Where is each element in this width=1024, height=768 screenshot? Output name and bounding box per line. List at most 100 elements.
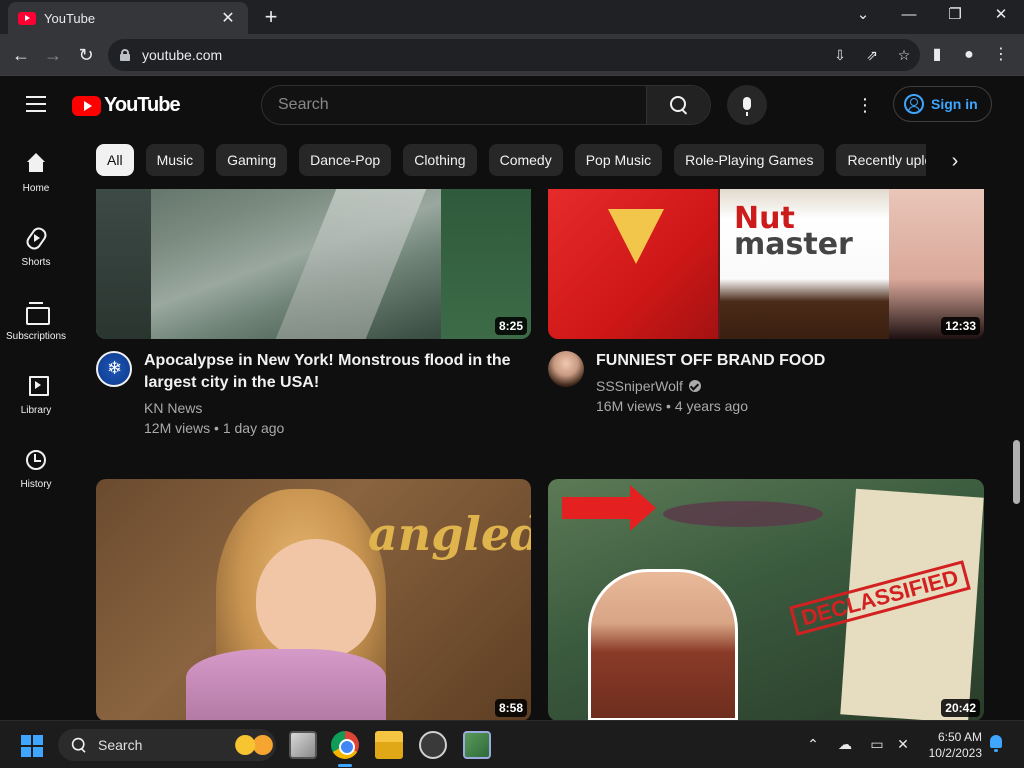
view-count: 16M views (596, 398, 663, 414)
settings-more-icon[interactable]: ⋮ (855, 93, 875, 117)
onedrive-cloud-icon[interactable]: ☁ (834, 733, 856, 755)
volume-muted-icon[interactable]: ✕ (892, 733, 914, 755)
video-thumbnail[interactable]: angled 8:58 (96, 479, 531, 721)
close-window-button[interactable]: ✕ (978, 0, 1024, 30)
menu-icon[interactable] (26, 96, 46, 112)
chip-comedy[interactable]: Comedy (488, 144, 563, 176)
show-hidden-icons-chevron-icon[interactable]: ⌃ (802, 733, 824, 755)
profile-icon[interactable]: ● (956, 42, 982, 68)
channel-avatar[interactable] (96, 351, 132, 387)
file-explorer-icon[interactable] (375, 731, 403, 759)
notifications-bell-icon[interactable] (988, 735, 1004, 753)
taskbar-search[interactable]: Search (58, 729, 276, 761)
video-thumbnail[interactable]: Nut master 12:33 (548, 189, 984, 339)
reload-button[interactable]: ↻ (73, 42, 99, 68)
start-button[interactable] (21, 735, 43, 757)
chip-dance-pop[interactable]: Dance-Pop (299, 144, 392, 176)
video-duration: 8:58 (494, 699, 527, 717)
new-tab-button[interactable]: + (258, 4, 284, 30)
search-icon (669, 96, 688, 114)
chrome-icon[interactable] (331, 731, 359, 759)
lock-icon[interactable] (120, 49, 130, 61)
forward-button[interactable]: → (40, 42, 66, 68)
guide-item-history[interactable]: History (0, 434, 72, 504)
taskbar-search-label: Search (98, 737, 143, 753)
shorts-icon (24, 226, 48, 250)
thumbnail-image (663, 501, 823, 527)
install-app-icon[interactable]: ⇩ (824, 41, 856, 69)
voice-search-button[interactable] (727, 85, 767, 125)
video-meta: 16M views • 4 years ago (596, 398, 748, 414)
side-panel-icon[interactable]: ▮ (924, 42, 950, 68)
chip-pop-music[interactable]: Pop Music (574, 144, 663, 176)
chevron-right-icon[interactable]: › (940, 148, 970, 174)
bookmark-star-icon[interactable]: ☆ (888, 41, 920, 69)
video-title[interactable]: FUNNIEST OFF BRAND FOOD (596, 350, 976, 372)
remote-desktop-icon[interactable] (463, 731, 491, 759)
sign-in-button[interactable]: Sign in (893, 86, 992, 122)
guide-item-home[interactable]: Home (0, 138, 72, 208)
channel-name[interactable]: SSSniperWolf (596, 378, 701, 394)
youtube-logo[interactable]: YouTube (72, 94, 181, 117)
guide-label: Shorts (21, 257, 51, 268)
task-view-icon[interactable] (289, 731, 317, 759)
chip-recently-uploaded[interactable]: Recently uploaded (836, 144, 926, 176)
youtube-logo-text: YouTube (104, 94, 181, 116)
back-button[interactable]: ← (8, 42, 34, 68)
url-text[interactable]: youtube.com (142, 47, 824, 63)
network-icon[interactable]: ▭ (866, 733, 888, 755)
page-scrollbar[interactable] (1013, 440, 1020, 504)
guide-item-shorts[interactable]: Shorts (0, 212, 72, 282)
subscriptions-icon (24, 300, 50, 325)
thumbnail-image (275, 189, 427, 339)
video-thumbnail[interactable]: 8:25 (96, 189, 531, 339)
obs-icon[interactable] (419, 731, 447, 759)
chip-role-playing-games[interactable]: Role-Playing Games (674, 144, 825, 176)
channel-name-text: SSSniperWolf (596, 378, 683, 394)
minimize-button[interactable]: — (886, 0, 932, 30)
video-thumbnail[interactable]: DECLASSIFIED 20:42 (548, 479, 984, 721)
home-icon (24, 152, 48, 176)
chip-clothing[interactable]: Clothing (403, 144, 477, 176)
video-duration: 20:42 (941, 699, 980, 717)
close-tab-icon[interactable]: ✕ (218, 8, 238, 28)
thumbnail-image (588, 569, 738, 721)
youtube-play-icon (72, 95, 101, 116)
clock-time: 6:50 AM (937, 730, 982, 744)
video-duration: 8:25 (494, 317, 527, 335)
guide-label: Library (20, 405, 52, 416)
guide-label: History (20, 479, 52, 490)
address-bar[interactable]: youtube.com ⇩ ⇗ ☆ (108, 39, 920, 71)
search-icon (71, 737, 86, 752)
search-input[interactable] (262, 86, 646, 124)
video-meta: 12M views • 1 day ago (144, 420, 285, 436)
browser-tab-youtube[interactable]: YouTube ✕ (8, 2, 248, 34)
chip-music[interactable]: Music (145, 144, 205, 176)
browser-toolbar: ← → ↻ youtube.com ⇩ ⇗ ☆ ▮ ● ⋮ (0, 34, 1024, 76)
microphone-icon (743, 96, 751, 116)
view-count: 12M views (144, 420, 211, 436)
channel-avatar[interactable] (548, 351, 584, 387)
thumbnail-text: master (734, 227, 853, 262)
thumbnail-image (96, 189, 151, 339)
chip-all[interactable]: All (96, 144, 134, 176)
guide-item-library[interactable]: Library (0, 360, 72, 430)
guide-item-subscriptions[interactable]: Subscriptions (0, 286, 72, 356)
guide-label: Subscriptions (5, 331, 67, 342)
search-button[interactable] (646, 86, 710, 124)
youtube-header: YouTube ⋮ Sign in (0, 77, 1024, 133)
thumbnail-image (562, 497, 632, 519)
chip-gaming[interactable]: Gaming (216, 144, 288, 176)
account-icon (904, 94, 924, 114)
tab-search-icon[interactable]: ⌄ (840, 0, 886, 30)
channel-name[interactable]: KN News (144, 400, 202, 416)
restore-button[interactable]: ❐ (932, 0, 978, 30)
browser-menu-icon[interactable]: ⋮ (988, 42, 1014, 68)
browser-tab-strip: YouTube ✕ + ⌄ — ❐ ✕ (0, 0, 1024, 34)
clock-date: 10/2/2023 (928, 746, 982, 760)
video-title-line: largest city in the USA! (144, 374, 320, 391)
share-icon[interactable]: ⇗ (856, 41, 888, 69)
taskbar-clock[interactable]: 6:50 AM 10/2/2023 (918, 729, 982, 761)
video-title[interactable]: Apocalypse in New York! Monstrous flood … (144, 350, 524, 394)
library-icon (24, 374, 49, 398)
